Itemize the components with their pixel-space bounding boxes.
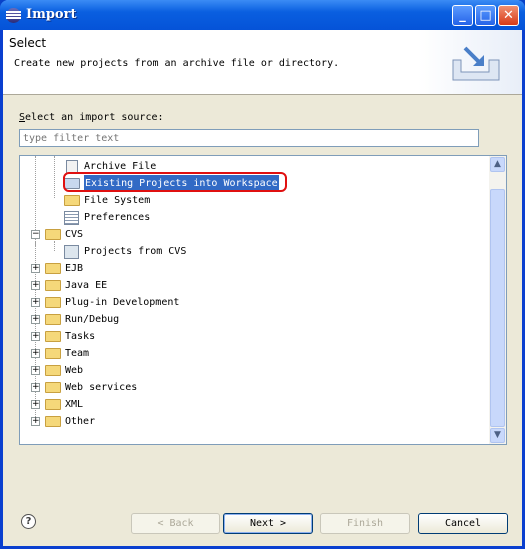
- page-description: Create new projects from an archive file…: [14, 58, 340, 69]
- scroll-thumb[interactable]: [490, 189, 505, 427]
- tree-item-cvs[interactable]: − CVS: [20, 226, 490, 243]
- scroll-down-arrow[interactable]: ▼: [490, 428, 505, 443]
- cancel-button[interactable]: Cancel: [418, 513, 508, 534]
- help-icon[interactable]: ?: [21, 514, 36, 529]
- import-wizard-icon: [452, 46, 500, 81]
- collapse-icon[interactable]: −: [31, 230, 40, 239]
- expand-icon[interactable]: +: [31, 315, 40, 324]
- import-dialog: Import _ □ ✕ Select Create new projects …: [0, 0, 525, 549]
- close-button[interactable]: ✕: [498, 5, 519, 26]
- tree-item-file-system[interactable]: File System: [20, 192, 490, 209]
- tree-item-group[interactable]: + EJB: [20, 260, 490, 277]
- next-button[interactable]: Next >: [223, 513, 313, 534]
- tree-item-group[interactable]: + Team: [20, 345, 490, 362]
- tree-item-group[interactable]: + Run/Debug: [20, 311, 490, 328]
- open-folder-icon: [45, 331, 61, 342]
- tree-item-group[interactable]: + Web services: [20, 379, 490, 396]
- wizard-header: Select Create new projects from an archi…: [3, 30, 522, 95]
- cvs-icon: [64, 245, 79, 259]
- expand-icon[interactable]: +: [31, 332, 40, 341]
- open-folder-icon: [45, 382, 61, 393]
- expand-icon[interactable]: +: [31, 298, 40, 307]
- open-folder-icon: [45, 280, 61, 291]
- expand-icon[interactable]: +: [31, 383, 40, 392]
- maximize-button[interactable]: □: [475, 5, 496, 26]
- page-title: Select: [9, 36, 47, 50]
- finish-button[interactable]: Finish: [320, 513, 410, 534]
- back-button[interactable]: < Back: [131, 513, 220, 534]
- filter-input[interactable]: [19, 129, 479, 147]
- tree-item-preferences[interactable]: Preferences: [20, 209, 490, 226]
- folder-icon: [64, 195, 80, 206]
- open-folder-icon: [45, 314, 61, 325]
- highlight-annotation: [63, 172, 287, 192]
- expand-icon[interactable]: +: [31, 349, 40, 358]
- vertical-scrollbar[interactable]: ▲ ▼: [489, 156, 506, 444]
- window-title: Import: [26, 7, 77, 22]
- tree-item-group[interactable]: + Java EE: [20, 277, 490, 294]
- import-source-label: Select an import source:: [19, 112, 164, 123]
- open-folder-icon: [45, 416, 61, 427]
- open-folder-icon: [45, 348, 61, 359]
- open-folder-icon: [45, 229, 61, 240]
- preferences-icon: [64, 211, 79, 225]
- expand-icon[interactable]: +: [31, 366, 40, 375]
- eclipse-icon: [6, 8, 21, 23]
- import-source-tree[interactable]: Archive File Existing Projects into Work…: [19, 155, 507, 445]
- expand-icon[interactable]: +: [31, 264, 40, 273]
- title-bar: Import _ □ ✕: [0, 0, 525, 30]
- tree-item-group[interactable]: + XML: [20, 396, 490, 413]
- tree-item-group[interactable]: + Web: [20, 362, 490, 379]
- open-folder-icon: [45, 263, 61, 274]
- scroll-up-arrow[interactable]: ▲: [490, 157, 505, 172]
- minimize-button[interactable]: _: [452, 5, 473, 26]
- tree-item-group[interactable]: + Other: [20, 413, 490, 430]
- open-folder-icon: [45, 399, 61, 410]
- expand-icon[interactable]: +: [31, 417, 40, 426]
- open-folder-icon: [45, 297, 61, 308]
- expand-icon[interactable]: +: [31, 400, 40, 409]
- expand-icon[interactable]: +: [31, 281, 40, 290]
- tree-item-group[interactable]: + Tasks: [20, 328, 490, 345]
- tree-item-projects-from-cvs[interactable]: Projects from CVS: [20, 243, 490, 260]
- tree-item-group[interactable]: + Plug-in Development: [20, 294, 490, 311]
- open-folder-icon: [45, 365, 61, 376]
